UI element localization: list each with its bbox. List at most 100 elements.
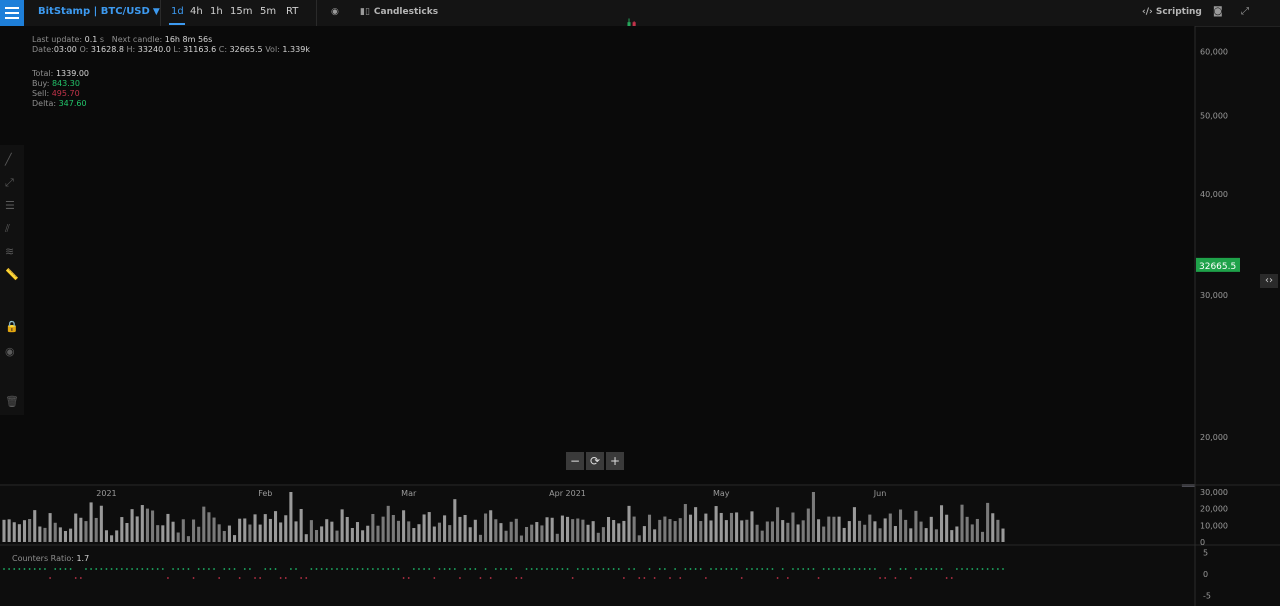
volume-bar (494, 519, 498, 542)
volume-bar (980, 531, 985, 542)
volume-bar (243, 518, 247, 542)
ratio-dot (981, 568, 984, 570)
volume-bar (48, 513, 52, 542)
ratio-dot (874, 568, 876, 570)
zoom-out-button[interactable]: − (566, 452, 584, 470)
volume-bar (811, 492, 815, 542)
ratio-dot (49, 577, 52, 579)
ratio-dot (325, 568, 328, 570)
ratio-dot (525, 568, 528, 570)
volume-bar (929, 516, 933, 542)
line-tool-icon[interactable]: ╱ (5, 153, 12, 166)
volume-bar (478, 534, 482, 542)
volume-bar (622, 520, 626, 542)
ratio-dot (991, 568, 994, 570)
ratio-dot (843, 568, 846, 570)
ratio-dot (858, 568, 861, 570)
volume-bar (443, 515, 447, 542)
fib-tool-icon[interactable]: ☰ (5, 199, 15, 212)
eye-icon[interactable]: ◉ (5, 345, 15, 358)
volume-bar (796, 524, 800, 542)
volume-bar (514, 518, 518, 542)
ratio-dot (510, 568, 513, 570)
ratio-dot (494, 568, 497, 570)
ratio-dot (612, 568, 615, 570)
ratio-dot (90, 568, 92, 570)
ratio-dot (330, 568, 333, 570)
volume-bar (653, 529, 657, 542)
volume-bar (581, 519, 585, 542)
ratio-dot (361, 568, 364, 570)
volume-bar (12, 522, 16, 542)
ratio-dot (136, 568, 139, 570)
volume-bar (417, 524, 421, 542)
volume-bar (151, 510, 155, 542)
reset-zoom-icon[interactable]: ⟳ (586, 452, 604, 470)
volume-bar (227, 525, 231, 542)
ratio-dot (827, 568, 830, 570)
ratio-dot (443, 568, 446, 570)
ratio-dot (807, 568, 810, 570)
volume-bar (299, 508, 303, 542)
ratio-dot (105, 568, 108, 570)
ratio-dot (23, 568, 26, 570)
volume-bar (268, 518, 272, 542)
ratio-dot (366, 568, 369, 570)
ratio-dot (751, 568, 753, 570)
ratio-dot (33, 568, 36, 570)
volume-bar (238, 518, 242, 542)
ratio-dot (407, 577, 410, 579)
total-row: Total: 1339.00 (32, 69, 89, 78)
volume-bar (335, 530, 339, 542)
volume-bar (924, 528, 928, 542)
volume-bar (873, 521, 877, 542)
ratio-dot (935, 568, 938, 570)
ratio-dot (546, 568, 548, 570)
ratio-dot (761, 568, 764, 570)
lock-icon[interactable]: 🔒 (5, 320, 19, 333)
volume-bar (386, 505, 390, 542)
close-value: 32665.5 (229, 45, 263, 54)
ratio-dot (915, 568, 917, 570)
channel-tool-icon[interactable]: ⫽ (5, 222, 10, 236)
sell-value: 495.70 (51, 89, 80, 98)
volume-bar (893, 526, 897, 542)
ratio-dot (305, 577, 308, 579)
volume-bar (361, 530, 365, 542)
collapse-panel-button[interactable]: ‹› (1260, 274, 1278, 288)
ratio-dot (653, 577, 656, 579)
zoom-in-button[interactable]: + (606, 452, 624, 470)
ruler-tool-icon[interactable]: 📏 (5, 268, 19, 281)
volume-bar (704, 513, 708, 542)
volume-bar (192, 519, 196, 542)
counters-ratio-value: 1.7 (76, 554, 90, 563)
ratio-dot (8, 568, 11, 570)
pitchfork-tool-icon[interactable]: ≋ (5, 245, 14, 258)
volume-bar (253, 514, 257, 542)
ratio-dot (192, 577, 195, 579)
ratio-dot (156, 568, 159, 570)
volume-bar (776, 507, 780, 542)
volume-bar (135, 516, 139, 542)
volume-bar (601, 527, 605, 542)
volume-bar (17, 524, 21, 542)
volume-bar (919, 521, 923, 542)
price-chart[interactable]: 32665.5 20,000 30,000 40,000 50,000 60,000 202… (0, 0, 1280, 606)
volume-bar (212, 517, 216, 542)
volume-bar (28, 518, 32, 542)
volume-bar (847, 521, 851, 542)
volume-bar (909, 528, 913, 542)
ratio-dot (44, 568, 46, 570)
ratio-dot (730, 568, 733, 570)
trash-icon[interactable]: 🗑 (5, 395, 19, 408)
ray-tool-icon[interactable]: ⤢ (5, 176, 14, 190)
buy-label: Buy: (32, 79, 50, 88)
volume-bar (688, 514, 693, 542)
volume-bar (519, 535, 523, 542)
ratio-dot (182, 568, 185, 570)
volume-bar (525, 526, 529, 542)
volume-bar (304, 534, 308, 542)
volume-bar (683, 504, 687, 542)
ratio-dot (879, 577, 881, 579)
volume-bar (612, 520, 616, 542)
